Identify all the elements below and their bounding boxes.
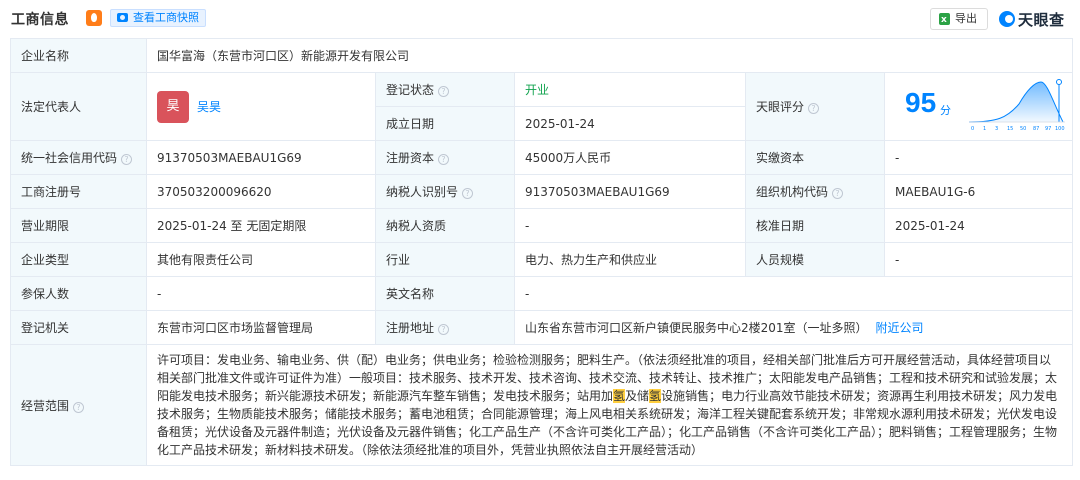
help-icon[interactable]: ?	[121, 154, 133, 165]
score-cell: 95 分 0 1 3 15 50 87 97 100	[885, 72, 1072, 140]
score-distribution-chart: 0 1 3 15 50 87 97 100	[968, 79, 1065, 132]
scope-label-cell: 经营范围?	[10, 344, 147, 466]
row-company-type: 企业类型 其他有限责任公司 行业 电力、热力生产和供应业 人员规模 -	[10, 242, 1074, 277]
excel-icon	[939, 10, 950, 30]
established-label: 成立日期	[375, 106, 515, 141]
approval-date-label: 核准日期	[745, 208, 885, 243]
score-tick-label: 15	[1007, 126, 1013, 132]
logo-text: 天眼查	[1018, 11, 1065, 29]
org-code-label-cell: 组织机构代码?	[745, 174, 885, 209]
reg-capital-value: 45000万人民币	[514, 140, 746, 175]
tax-id-label: 纳税人识别号	[386, 185, 459, 199]
help-icon[interactable]: ?	[808, 103, 820, 114]
score-tick-label: 1	[983, 126, 986, 132]
reg-authority-label: 登记机关	[10, 310, 147, 345]
company-type-value: 其他有限责任公司	[146, 242, 376, 277]
paid-capital-value: -	[883, 140, 1074, 175]
scope-text-part: 及储	[625, 389, 650, 403]
scope-text: 许可项目：发电业务、输电业务、供（配）电业务；供电业务；检验检测服务；肥料生产。…	[145, 344, 1074, 466]
biz-reg-no-label: 工商注册号	[10, 174, 147, 209]
view-snapshot-label: 查看工商快照	[133, 11, 199, 24]
biz-period-label: 营业期限	[10, 208, 147, 243]
score-label-cell: 天眼评分?	[745, 72, 885, 141]
score-tick-label: 0	[971, 126, 974, 132]
help-icon[interactable]: ?	[438, 154, 450, 165]
org-code-label: 组织机构代码	[756, 185, 829, 199]
fire-icon	[86, 10, 102, 26]
row-biz-reg-no: 工商注册号 370503200096620 纳税人识别号? 91370503MA…	[10, 174, 1074, 209]
legal-rep-label: 法定代表人	[10, 72, 147, 141]
row-company-name: 企业名称 国华富海（东营市河口区）新能源开发有限公司	[10, 38, 1074, 73]
approval-date-value: 2025-01-24	[883, 208, 1074, 243]
score-unit: 分	[940, 104, 951, 117]
industry-label: 行业	[375, 242, 515, 277]
biz-reg-no-value: 370503200096620	[146, 174, 376, 209]
reg-capital-label-cell: 注册资本?	[375, 140, 515, 175]
insured-value: -	[146, 276, 376, 311]
help-icon[interactable]: ?	[438, 324, 450, 335]
export-label: 导出	[955, 12, 977, 25]
score-label: 天眼评分	[756, 100, 805, 114]
score-tick-label: 100	[1055, 126, 1065, 132]
org-code-value: MAEBAU1G-6	[883, 174, 1074, 209]
help-icon[interactable]: ?	[832, 188, 844, 199]
view-snapshot-button[interactable]: 查看工商快照	[110, 9, 206, 27]
reg-address-label-cell: 注册地址?	[375, 310, 515, 345]
scope-highlight: 氢	[649, 389, 662, 403]
credit-code-label: 统一社会信用代码	[21, 151, 118, 165]
reg-address-cell: 山东省东营市河口区新户镇便民服务中心2楼201室（一址多照） 附近公司	[513, 310, 1074, 345]
score-marker-dot	[1056, 79, 1062, 85]
scope-highlight: 氢	[613, 389, 626, 403]
english-name-value: -	[513, 276, 1074, 311]
paid-capital-label: 实缴资本	[745, 140, 885, 175]
staff-size-label: 人员规模	[745, 242, 885, 277]
score-curve-area	[969, 82, 1063, 122]
score-tick-label: 97	[1045, 126, 1051, 132]
tax-id-label-cell: 纳税人识别号?	[375, 174, 515, 209]
english-name-label: 英文名称	[375, 276, 515, 311]
reg-address-label: 注册地址	[386, 321, 435, 335]
score-tick-label: 50	[1020, 126, 1026, 132]
avatar[interactable]: 昊	[157, 90, 189, 123]
help-icon[interactable]: ?	[462, 188, 474, 199]
tax-qual-value: -	[514, 208, 746, 243]
score-tick-label: 3	[995, 126, 998, 132]
score-tick-label: 87	[1033, 126, 1039, 132]
reg-status-label-cell: 登记状态?	[375, 72, 515, 107]
nearby-companies-link[interactable]: 附近公司	[876, 321, 924, 335]
reg-status-value: 开业	[514, 72, 746, 107]
row-credit-code: 统一社会信用代码? 91370503MAEBAU1G69 注册资本? 45000…	[10, 140, 1074, 175]
company-type-label: 企业类型	[10, 242, 147, 277]
staff-size-value: -	[883, 242, 1074, 277]
established-value: 2025-01-24	[514, 106, 746, 141]
row-scope: 经营范围? 许可项目：发电业务、输电业务、供（配）电业务；供电业务；检验检测服务…	[10, 344, 1074, 466]
credit-code-value: 91370503MAEBAU1G69	[146, 140, 376, 175]
logo-eye-icon	[999, 11, 1015, 27]
credit-code-label-cell: 统一社会信用代码?	[10, 140, 147, 175]
camera-icon	[117, 13, 128, 22]
industry-value: 电力、热力生产和供应业	[514, 242, 746, 277]
scope-label: 经营范围	[21, 398, 70, 413]
row-reg-authority: 登记机关 东营市河口区市场监督管理局 注册地址? 山东省东营市河口区新户镇便民服…	[10, 310, 1074, 345]
section-title: 工商信息	[11, 12, 69, 28]
reg-capital-label: 注册资本	[386, 151, 435, 165]
help-icon[interactable]: ?	[438, 86, 450, 97]
legal-rep-name-link[interactable]: 吴昊	[197, 100, 221, 114]
tax-qual-label: 纳税人资质	[375, 208, 515, 243]
insured-label: 参保人数	[10, 276, 147, 311]
help-icon[interactable]: ?	[73, 401, 85, 413]
row-insured: 参保人数 - 英文名称 -	[10, 276, 1074, 311]
tax-id-value: 91370503MAEBAU1G69	[514, 174, 746, 209]
export-button[interactable]: 导出	[930, 8, 988, 30]
reg-status-label: 登记状态	[386, 83, 435, 97]
company-name-value: 国华富海（东营市河口区）新能源开发有限公司	[145, 38, 1074, 73]
reg-address-value: 山东省东营市河口区新户镇便民服务中心2楼201室（一址多照）	[525, 321, 868, 335]
row-biz-period: 营业期限 2025-01-24 至 无固定期限 纳税人资质 - 核准日期 202…	[10, 208, 1074, 243]
legal-rep-cell: 昊吴昊	[146, 72, 376, 141]
biz-period-value: 2025-01-24 至 无固定期限	[146, 208, 376, 243]
section-header: 工商信息 查看工商快照 导出 天眼查	[10, 0, 1072, 38]
score-value: 95	[905, 87, 937, 118]
reg-authority-value: 东营市河口区市场监督管理局	[146, 310, 376, 345]
company-name-label: 企业名称	[10, 38, 147, 73]
